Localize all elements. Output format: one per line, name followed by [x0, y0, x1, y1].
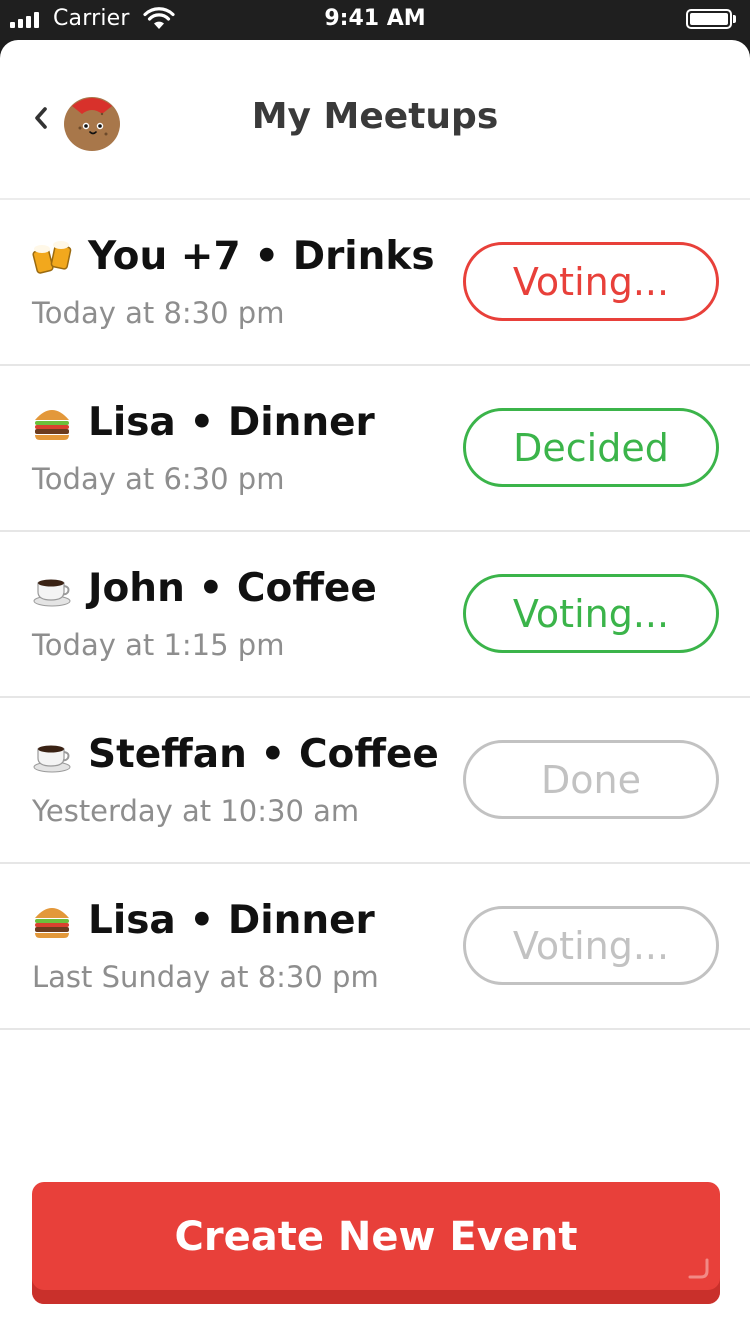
- meetup-row[interactable]: Steffan • Coffee Yesterday at 10:30 am D…: [0, 698, 750, 864]
- resize-corner-icon: [688, 1258, 709, 1279]
- meetup-title: Lisa • Dinner: [88, 898, 375, 943]
- meetup-time: Last Sunday at 8:30 pm: [32, 960, 379, 994]
- page-title: My Meetups: [251, 96, 499, 137]
- coffee-cup-icon: [33, 579, 71, 607]
- status-button[interactable]: Voting...: [463, 574, 719, 653]
- nav-bar: My Meetups: [0, 40, 750, 200]
- status-button[interactable]: Voting...: [463, 906, 719, 985]
- meetup-time: Yesterday at 10:30 am: [32, 794, 360, 828]
- meetup-row[interactable]: You +7 • Drinks Today at 8:30 pm Voting.…: [0, 200, 750, 366]
- meetups-sheet: My Meetups You +7 • Drinks Today at 8:30…: [0, 40, 750, 1334]
- battery-cap: [733, 15, 736, 23]
- meetup-row[interactable]: Lisa • Dinner Last Sunday at 8:30 pm Vot…: [0, 864, 750, 1030]
- meetup-row[interactable]: Lisa • Dinner Today at 6:30 pm Decided: [0, 366, 750, 532]
- coffee-cup-icon: [33, 745, 71, 773]
- status-button[interactable]: Voting...: [463, 242, 719, 321]
- clock: 9:41 AM: [324, 6, 426, 31]
- meetup-time: Today at 1:15 pm: [32, 628, 285, 662]
- burger-icon: [35, 410, 69, 440]
- meetup-list: You +7 • Drinks Today at 8:30 pm Voting.…: [0, 200, 750, 1030]
- create-new-event-button[interactable]: Create New Event: [32, 1182, 720, 1304]
- beer-mugs-icon: [32, 241, 72, 274]
- meetup-time: Today at 8:30 pm: [32, 296, 285, 330]
- create-button-label: Create New Event: [174, 1214, 578, 1260]
- status-bar: Carrier 9:41 AM: [0, 0, 750, 40]
- meetup-time: Today at 6:30 pm: [32, 462, 285, 496]
- meetup-row[interactable]: John • Coffee Today at 1:15 pm Voting...: [0, 532, 750, 698]
- battery-icon: [686, 9, 732, 29]
- status-button[interactable]: Decided: [463, 408, 719, 487]
- burger-icon: [35, 908, 69, 938]
- meetup-title: John • Coffee: [88, 566, 377, 611]
- meetup-title: You +7 • Drinks: [88, 234, 435, 279]
- meetup-title: Steffan • Coffee: [88, 732, 439, 777]
- status-button[interactable]: Done: [463, 740, 719, 819]
- meetup-title: Lisa • Dinner: [88, 400, 375, 445]
